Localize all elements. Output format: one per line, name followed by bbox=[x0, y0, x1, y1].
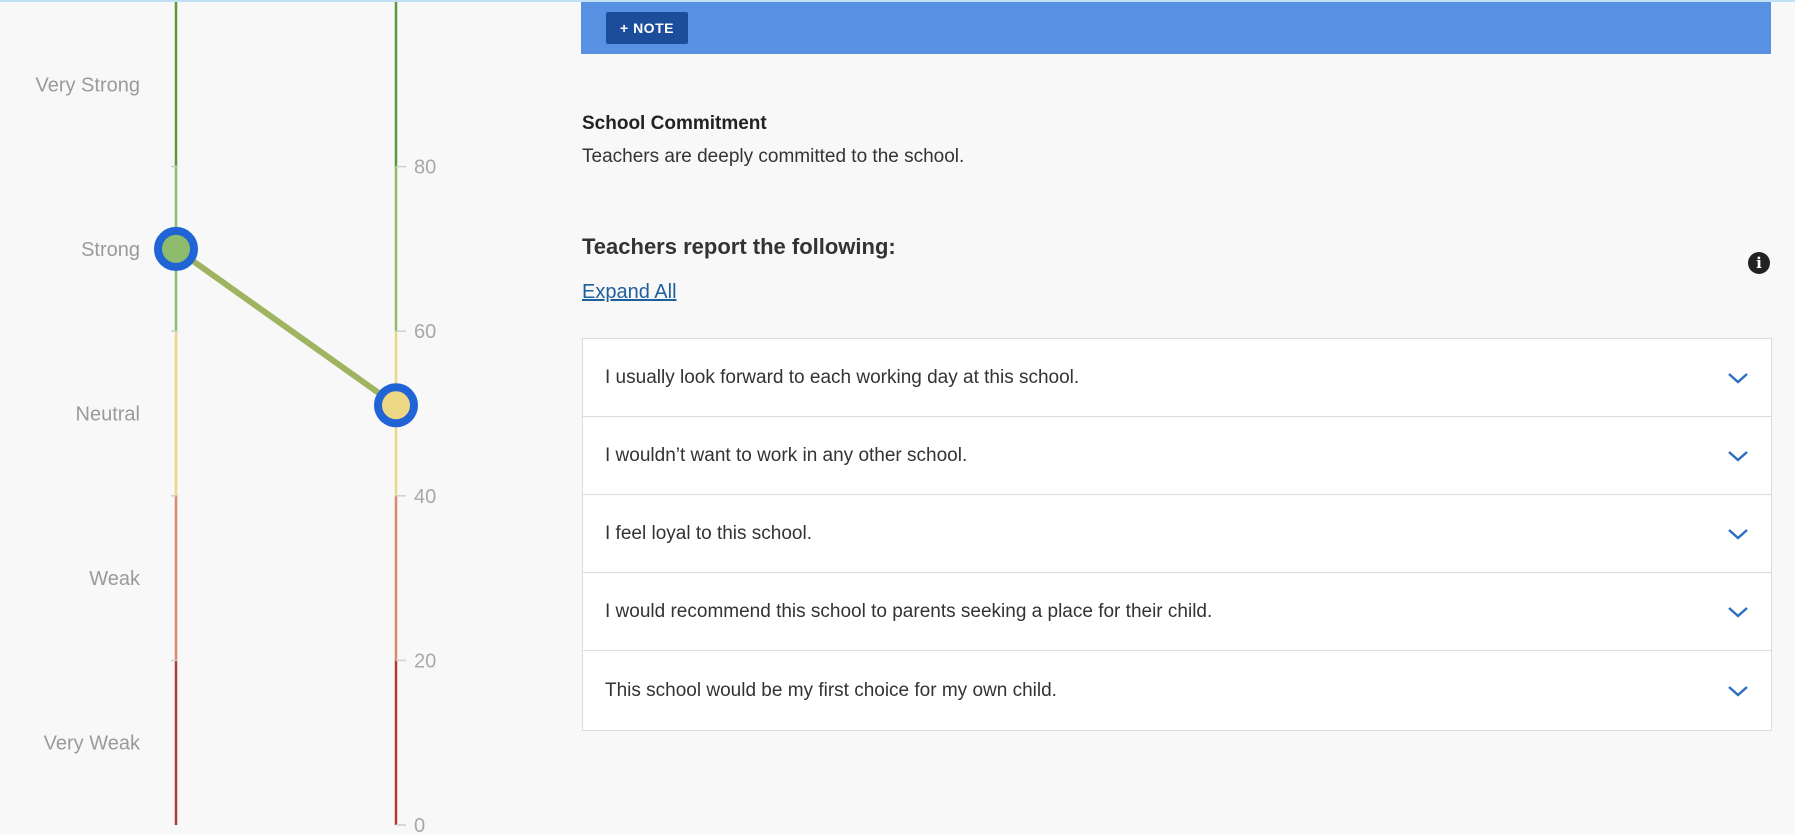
accordion-item[interactable]: I usually look forward to each working d… bbox=[583, 339, 1771, 417]
accordion-item-text: I would recommend this school to parents… bbox=[605, 600, 1213, 622]
connector-line bbox=[173, 245, 399, 409]
accordion-item[interactable]: I would recommend this school to parents… bbox=[583, 573, 1771, 651]
statement-accordion: I usually look forward to each working d… bbox=[582, 338, 1772, 731]
right-axis-tick-label: 20 bbox=[414, 650, 436, 672]
chevron-down-icon bbox=[1728, 372, 1748, 384]
info-icon[interactable]: i bbox=[1748, 252, 1770, 274]
right-score-marker bbox=[374, 383, 418, 428]
chevron-down-icon bbox=[1728, 606, 1748, 618]
left-axis-label: Strong bbox=[81, 239, 140, 261]
accordion-item-text: I wouldn’t want to work in any other sch… bbox=[605, 444, 968, 466]
chevron-down-icon bbox=[1728, 450, 1748, 462]
report-heading: Teachers report the following: bbox=[582, 234, 896, 259]
accordion-item-text: This school would be my first choice for… bbox=[605, 679, 1057, 701]
section-description: Teachers are deeply committed to the sch… bbox=[582, 146, 965, 167]
right-axis-tick-label: 0 bbox=[414, 815, 425, 835]
chevron-down-icon bbox=[1728, 528, 1748, 540]
left-axis-label: Neutral bbox=[76, 404, 140, 426]
left-axis-label: Very Strong bbox=[35, 74, 140, 96]
accordion-item[interactable]: I wouldn’t want to work in any other sch… bbox=[583, 417, 1771, 495]
chevron-down-icon bbox=[1728, 685, 1748, 697]
left-axis-label: Very Weak bbox=[44, 733, 141, 755]
right-axis-tick-label: 60 bbox=[414, 321, 436, 343]
expand-all-link[interactable]: Expand All bbox=[582, 281, 677, 304]
accordion-item-text: I feel loyal to this school. bbox=[605, 522, 812, 544]
accordion-item[interactable]: I feel loyal to this school. bbox=[583, 495, 1771, 573]
right-axis-tick-label: 40 bbox=[414, 486, 436, 508]
slope-chart: Very Strong Strong Neutral Weak Very Weak 80 6… bbox=[0, 0, 560, 835]
note-toolbar: + NOTE bbox=[581, 2, 1771, 54]
accordion-item-text: I usually look forward to each working d… bbox=[605, 366, 1080, 388]
left-axis-label: Weak bbox=[89, 568, 141, 590]
right-axis-tick-label: 80 bbox=[414, 157, 436, 179]
add-note-button[interactable]: + NOTE bbox=[606, 12, 688, 44]
section-title: School Commitment bbox=[582, 113, 767, 134]
left-score-marker bbox=[154, 226, 198, 271]
note-button-label: + NOTE bbox=[620, 20, 674, 36]
accordion-item[interactable]: This school would be my first choice for… bbox=[583, 651, 1771, 730]
